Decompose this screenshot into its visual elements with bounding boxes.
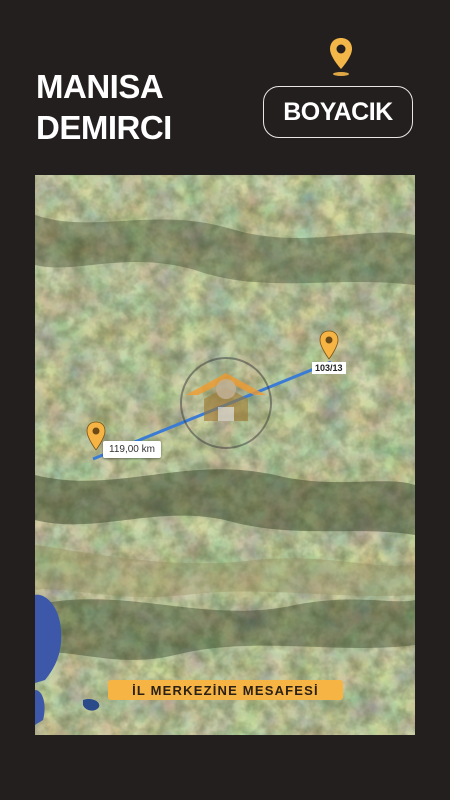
- satellite-map[interactable]: 119,00 km 103/13: [35, 175, 415, 735]
- title-city: MANISA: [36, 68, 164, 105]
- terrain-imagery: [35, 175, 415, 735]
- distance-caption: İL MERKEZİNE MESAFESİ: [108, 680, 343, 700]
- distance-label: 119,00 km: [103, 441, 161, 458]
- location-pin-icon: [330, 38, 352, 76]
- parcel-label: 103/13: [312, 362, 346, 374]
- watermark-logo: [180, 357, 272, 449]
- destination-pin-icon: [319, 330, 339, 360]
- title-district: DEMIRCI: [36, 109, 172, 146]
- neighborhood-badge: BOYACIK: [263, 86, 413, 138]
- page-title: MANISA DEMIRCI: [36, 66, 172, 148]
